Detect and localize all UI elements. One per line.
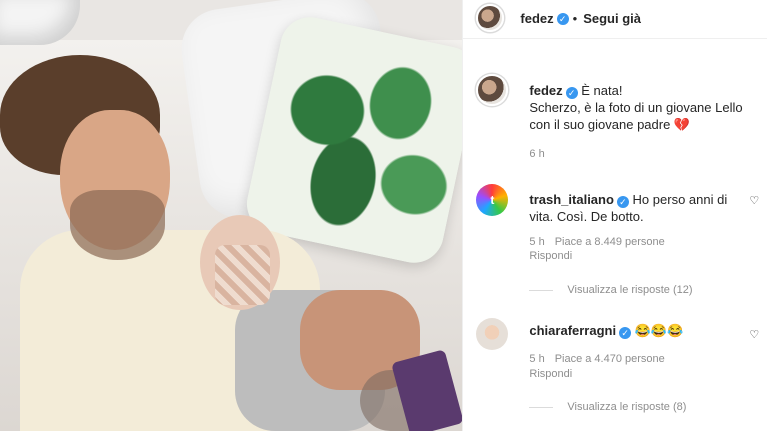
caption-time[interactable]: 6 h	[529, 148, 544, 160]
view-replies-label: Visualizza le risposte (12)	[567, 284, 693, 296]
pixelated-face	[215, 245, 270, 305]
comment-item: t trash_italiano ✓ Ho perso anni di vita.…	[463, 178, 767, 308]
reply-button[interactable]: Rispondi	[529, 368, 572, 380]
heart-icon[interactable]: ♡	[749, 328, 759, 341]
post-side-panel: fedez ✓ • Segui già fedez ✓ È nata! Scher…	[462, 0, 767, 431]
caption-line1: È nata!	[581, 83, 623, 98]
man-beard	[70, 190, 165, 260]
comment-line1: 😂😂😂	[634, 323, 684, 338]
caption-avatar[interactable]	[476, 74, 509, 106]
heart-icon[interactable]: ♡	[749, 194, 759, 207]
comment-meta: 5 h Piace a 8.449 persone	[529, 236, 664, 248]
avatar[interactable]	[476, 4, 505, 32]
comment-likes[interactable]: Piace a 8.449 persone	[555, 236, 665, 248]
comment-avatar-letter: t	[490, 193, 495, 207]
reply-button[interactable]: Rispondi	[529, 250, 572, 262]
caption-line2: Scherzo, è la foto di un giovane Lello	[529, 100, 743, 115]
comment-likes[interactable]: Piace a 4.470 persone	[555, 353, 665, 365]
verified-badge-icon: ✓	[619, 327, 632, 339]
comment-time[interactable]: 5 h	[529, 353, 544, 365]
view-replies-label: Visualizza le risposte (8)	[567, 401, 687, 413]
verified-badge-icon: ✓	[556, 12, 569, 25]
replies-line	[529, 289, 554, 291]
comment-item: chiaraferragni ✓ 😂😂😂 ♡ 5 h Piace a 4.470 …	[463, 312, 767, 431]
caption-username[interactable]: fedez	[529, 83, 562, 98]
comment-username[interactable]: chiaraferragni	[529, 323, 616, 338]
comment-avatar[interactable]: t	[476, 184, 509, 216]
caption-text-block: fedez ✓ È nata! Scherzo, è la foto di un …	[529, 82, 759, 133]
replies-line	[529, 406, 554, 408]
comment-text-block: chiaraferragni ✓ 😂😂😂	[529, 322, 744, 339]
comment-text-block: trash_italiano ✓ Ho perso anni di vita. C…	[529, 191, 744, 225]
follow-button[interactable]: Segui già	[583, 11, 641, 26]
header-username[interactable]: fedez	[520, 11, 553, 26]
verified-badge-icon: ✓	[565, 87, 578, 99]
verified-badge-icon: ✓	[616, 196, 629, 208]
caption: fedez ✓ È nata! Scherzo, è la foto di un …	[463, 68, 767, 168]
view-replies-button[interactable]: Visualizza le risposte (12)	[529, 284, 693, 296]
post-header: fedez ✓ • Segui già	[463, 0, 767, 39]
comment-line1: Ho perso anni di	[632, 192, 728, 207]
view-replies-button[interactable]: Visualizza le risposte (8)	[529, 401, 686, 413]
comment-meta: 5 h Piace a 4.470 persone	[529, 353, 664, 365]
caption-line3: con il suo giovane padre 💔	[529, 117, 691, 132]
separator-dot: •	[572, 11, 578, 26]
caption-meta: 6 h	[529, 148, 544, 160]
post-photo[interactable]	[0, 0, 463, 431]
comment-username[interactable]: trash_italiano	[529, 192, 614, 207]
comment-line2: vita. Così. De botto.	[529, 209, 644, 224]
header-user: fedez ✓ • Segui già	[520, 11, 641, 26]
comment-avatar[interactable]	[476, 318, 509, 350]
comment-time[interactable]: 5 h	[529, 236, 544, 248]
lamp	[0, 0, 80, 45]
